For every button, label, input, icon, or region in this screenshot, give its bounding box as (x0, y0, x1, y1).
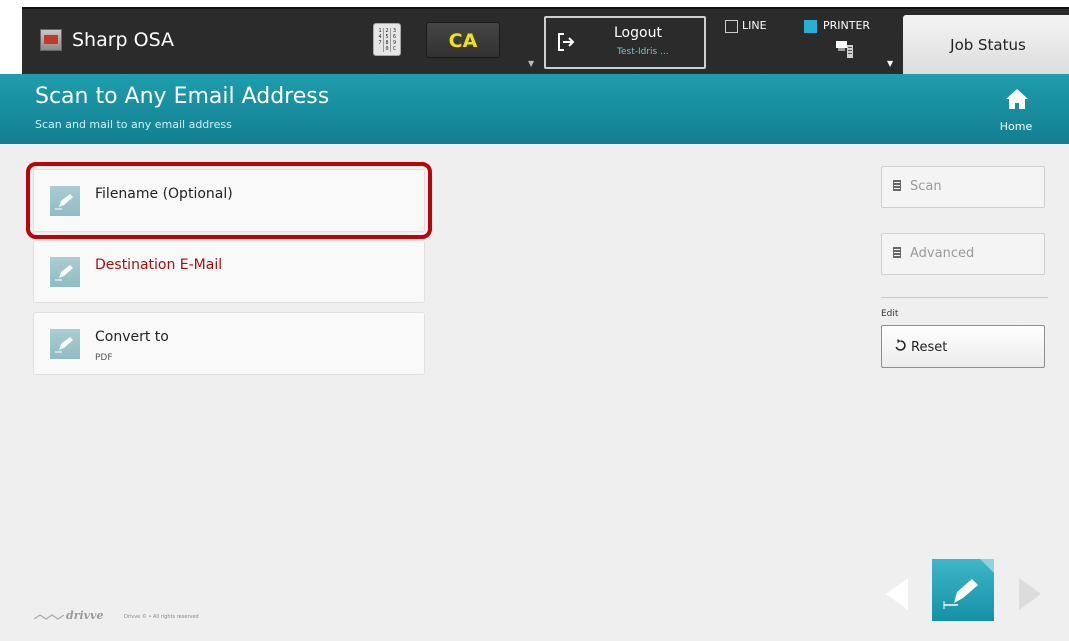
divider (881, 297, 1048, 298)
top-bar-panel: Sharp OSA 1 2 3 4 5 6 7 8 9 0 C CA ▼ Log… (22, 7, 1069, 76)
home-icon (1006, 89, 1028, 109)
line-checkbox[interactable] (725, 20, 738, 33)
home-label: Home (999, 120, 1033, 133)
reset-icon (895, 339, 906, 351)
edit-section-label: Edit (881, 309, 899, 319)
home-button[interactable]: Home (993, 84, 1039, 136)
scan-to-email-app-icon (932, 559, 994, 621)
advanced-label: Advanced (910, 246, 975, 261)
printer-label: PRINTER (823, 19, 871, 32)
logout-button[interactable]: Logout Test-Idris ... (544, 16, 706, 69)
keypad-key (377, 46, 384, 52)
reset-label: Reset (911, 340, 948, 355)
edit-pen-icon (50, 186, 80, 216)
keypad-button[interactable]: 1 2 3 4 5 6 7 8 9 0 C (373, 23, 401, 56)
logout-icon (558, 33, 575, 51)
field-label: Destination E-Mail (95, 257, 223, 273)
app-title: Sharp OSA (72, 29, 175, 51)
destination-email-field[interactable]: Destination E-Mail (33, 240, 425, 303)
document-icon (893, 180, 901, 191)
printer-icon (836, 41, 853, 58)
ca-dropdown-arrow-icon[interactable]: ▼ (528, 59, 534, 68)
page-title: Scan to Any Email Address (35, 84, 330, 109)
page-subtitle: Scan and mail to any email address (35, 118, 232, 131)
page-header: Scan to Any Email Address Scan and mail … (0, 74, 1069, 144)
field-label: Filename (Optional) (95, 186, 233, 202)
footer-copyright: Drivve © • All rights reserved (124, 614, 199, 620)
logged-in-user: Test-Idris ... (617, 47, 669, 57)
keypad-key: 0 (384, 46, 391, 52)
top-bar: Sharp OSA 1 2 3 4 5 6 7 8 9 0 C CA ▼ Log… (0, 0, 1069, 76)
reset-button[interactable]: Reset (881, 325, 1045, 368)
printer-checkbox[interactable] (804, 20, 817, 33)
document-icon (893, 247, 901, 258)
edit-pen-icon (50, 329, 80, 359)
field-label: Convert to (95, 329, 169, 345)
clear-all-button[interactable]: CA (426, 22, 500, 58)
filename-field[interactable]: Filename (Optional) (26, 162, 432, 239)
field-value: PDF (95, 353, 113, 363)
advanced-button[interactable]: Advanced (881, 233, 1045, 275)
job-status-button[interactable]: Job Status (903, 15, 1069, 76)
edit-pen-icon (50, 257, 80, 287)
scan-button[interactable]: Scan (881, 166, 1045, 208)
line-label: LINE (742, 19, 767, 32)
main-content: Filename (Optional) Destination E-Mail C… (0, 144, 1069, 641)
previous-page-arrow-icon[interactable] (886, 578, 908, 610)
next-page-arrow-icon[interactable] (1019, 578, 1041, 610)
convert-to-field[interactable]: Convert to PDF (33, 312, 425, 375)
logout-label: Logout (614, 25, 662, 41)
footer-brand: drivve (66, 609, 104, 622)
sharp-osa-app-icon (40, 29, 62, 51)
printer-dropdown-arrow-icon[interactable]: ▼ (887, 59, 893, 68)
keypad-key: C (392, 46, 396, 52)
keypad-icon: 1 2 3 4 5 6 7 8 9 0 C (377, 28, 398, 52)
scan-label: Scan (910, 179, 942, 194)
